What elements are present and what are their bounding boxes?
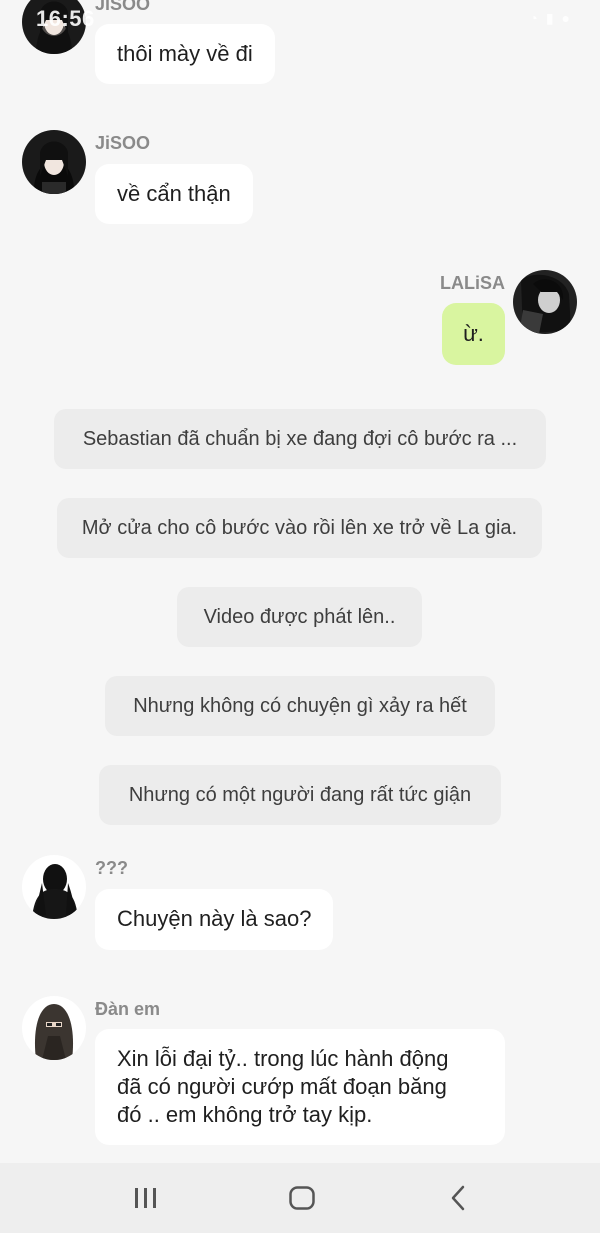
- narration-box: Nhưng không có chuyện gì xảy ra hết: [105, 676, 495, 736]
- narration-text: Mở cửa cho cô bước vào rồi lên xe trở về…: [81, 517, 518, 539]
- message-text: về cẩn thận: [117, 181, 231, 206]
- masked-avatar[interactable]: [22, 996, 86, 1060]
- navigation-bar: [0, 1163, 600, 1233]
- message-text-line: đã có người cướp mất đoạn băng: [117, 1074, 447, 1099]
- message-text: thôi mày về đi: [117, 41, 253, 66]
- signal-icon: ▮: [545, 10, 554, 26]
- message-bubble[interactable]: Xin lỗi đại tỷ.. trong lúc hành động đã …: [95, 1029, 505, 1145]
- jisoo-avatar[interactable]: [22, 130, 86, 194]
- sender-name: ???: [95, 858, 128, 878]
- home-icon[interactable]: [282, 1183, 322, 1213]
- narration-text: Nhưng có một người đang rất tức giận: [128, 784, 472, 806]
- message-text: Chuyện này là sao?: [117, 906, 312, 931]
- message-text-line: đó .. em không trở tay kịp.: [117, 1102, 373, 1127]
- jisoo-avatar[interactable]: [22, 0, 86, 54]
- narration-box: Sebastian đã chuẩn bị xe đang đợi cô bướ…: [54, 409, 546, 469]
- my-message-bubble[interactable]: ừ.: [442, 303, 505, 365]
- lalisa-avatar[interactable]: [513, 270, 577, 334]
- sender-name: LALiSA: [440, 273, 505, 293]
- wifi-icon: ◔: [529, 10, 538, 26]
- narration-box: Mở cửa cho cô bước vào rồi lên xe trở về…: [57, 498, 542, 558]
- sender-name: JiSOO: [95, 133, 151, 153]
- status-bar: 16:56 ◔ ▮ ●: [0, 0, 600, 36]
- narration-text: Sebastian đã chuẩn bị xe đang đợi cô bướ…: [82, 428, 518, 450]
- sender-name: JiSOO: [95, 0, 151, 14]
- recents-icon[interactable]: [126, 1183, 166, 1213]
- narration-text: Video được phát lên..: [203, 606, 396, 628]
- narration-box: Video được phát lên..: [177, 587, 422, 647]
- message-bubble[interactable]: Chuyện này là sao?: [95, 889, 334, 950]
- silhouette-avatar[interactable]: [22, 855, 86, 919]
- narration-text: Nhưng không có chuyện gì xảy ra hết: [133, 695, 467, 717]
- status-icons: ◔ ▮ ●: [529, 10, 570, 27]
- battery-icon: ●: [561, 10, 570, 26]
- narration-box: Nhưng có một người đang rất tức giận: [99, 765, 501, 825]
- message-bubble[interactable]: về cẩn thận: [95, 164, 253, 224]
- message-text: ừ.: [463, 321, 484, 346]
- message-text-line: Xin lỗi đại tỷ.. trong lúc hành động: [117, 1046, 449, 1071]
- message-bubble[interactable]: thôi mày về đi: [95, 24, 275, 84]
- sender-name: Đàn em: [95, 999, 161, 1019]
- back-icon[interactable]: [438, 1183, 478, 1213]
